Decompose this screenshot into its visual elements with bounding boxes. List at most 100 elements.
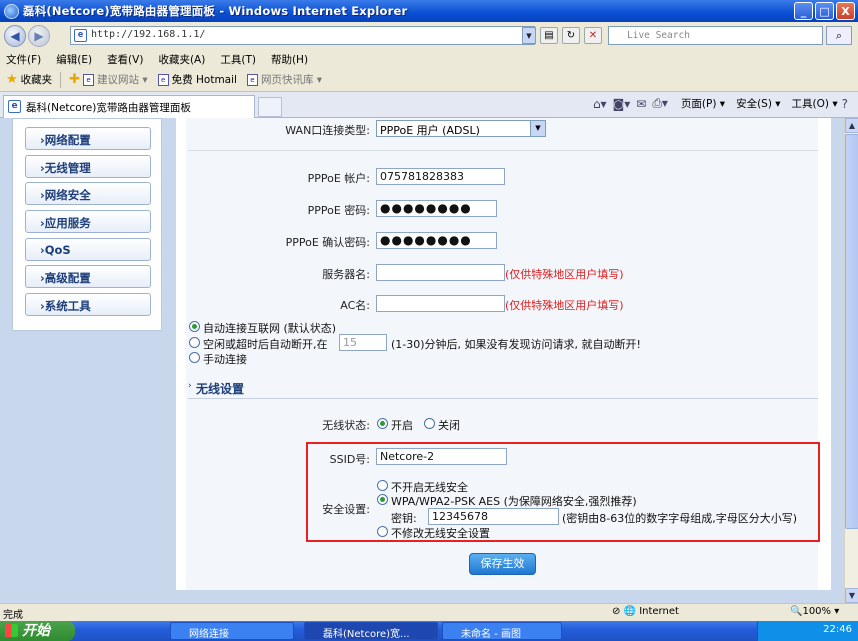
connect-idle-suffix: (1-30)分钟后, 如果没有发现访问请求, 就自动断开!	[391, 338, 641, 351]
start-button[interactable]: 开始	[0, 621, 75, 641]
pppoe-confirm-label: PPPoE 确认密码:	[285, 236, 370, 249]
help-icon[interactable]: ?	[842, 97, 848, 111]
connect-idle-prefix: 空闲或超时后自动断开,在	[203, 338, 328, 351]
server-name-label: 服务器名:	[322, 268, 370, 281]
tab-router-admin[interactable]: e 磊科(Netcore)宽带路由器管理面板	[3, 95, 255, 118]
page-icon: e	[8, 100, 21, 113]
close-button[interactable]: X	[836, 2, 855, 20]
menu-help[interactable]: 帮助(H)	[271, 52, 308, 67]
wireless-status-label: 无线状态:	[322, 419, 370, 432]
new-tab-button[interactable]	[258, 97, 282, 117]
menu-view[interactable]: 查看(V)	[107, 52, 143, 67]
safety-menu[interactable]: 安全(S) ▾	[736, 96, 780, 111]
connect-manual-label: 手动连接	[203, 353, 247, 366]
server-name-input[interactable]	[376, 264, 505, 281]
page-menu[interactable]: 页面(P) ▾	[681, 96, 725, 111]
vertical-scrollbar[interactable]: ▲ ▼	[844, 118, 858, 603]
pppoe-password-input[interactable]: ●●●●●●●●	[376, 200, 497, 217]
menu-edit[interactable]: 编辑(E)	[56, 52, 92, 67]
connect-manual-radio[interactable]	[189, 352, 200, 363]
scroll-down-icon[interactable]: ▼	[845, 588, 858, 603]
fav-suggested-label: 建议网站 ▾	[97, 74, 148, 86]
scroll-thumb[interactable]	[845, 134, 858, 529]
sidebar-item-security[interactable]: ›网络安全	[25, 182, 151, 205]
sidebar-item-wireless[interactable]: ›无线管理	[25, 155, 151, 178]
fav-hotmail[interactable]: e 免费 Hotmail	[157, 72, 237, 87]
search-input[interactable]: Live Search	[608, 26, 823, 45]
connect-idle-radio[interactable]	[189, 337, 200, 348]
zoom-level[interactable]: 🔍100% ▾	[790, 606, 839, 617]
favorites-star-icon: ★	[6, 72, 18, 87]
pppoe-account-input[interactable]: 075781828383	[376, 168, 505, 185]
menu-favorites[interactable]: 收藏夹(A)	[158, 52, 205, 67]
task-paint[interactable]: 未命名 - 画图	[442, 622, 562, 640]
task-network-connections[interactable]: 网络连接	[170, 622, 294, 640]
address-url: http://192.168.1.1/	[91, 29, 206, 40]
wan-type-value: PPPoE 用户 (ADSL)	[380, 124, 480, 137]
page-icon: e	[246, 73, 258, 86]
window-titlebar: 磊科(Netcore)宽带路由器管理面板 - Windows Internet …	[0, 0, 858, 22]
wireless-section-title: 无线设置	[196, 382, 245, 396]
page-icon: e	[74, 29, 87, 42]
scroll-up-icon[interactable]: ▲	[845, 118, 858, 133]
print-icon[interactable]: ⎙▾	[652, 96, 668, 111]
wan-type-select[interactable]: PPPoE 用户 (ADSL) ▼	[376, 120, 546, 137]
refresh-icon[interactable]: ↻	[562, 27, 580, 44]
stop-icon[interactable]: ✕	[584, 27, 602, 44]
fav-web-slice[interactable]: e 网页快讯库 ▾	[246, 72, 323, 87]
mail-icon[interactable]: ✉	[636, 97, 646, 111]
window-controls: _ □ X	[794, 2, 855, 20]
wireless-off-radio[interactable]	[424, 418, 435, 429]
search-placeholder: Live Search	[627, 30, 690, 41]
maximize-button[interactable]: □	[815, 2, 834, 20]
zoom-label: 100%	[802, 606, 832, 617]
sidebar-item-services[interactable]: ›应用服务	[25, 210, 151, 233]
security-zone: ⊘ 🌐 Internet	[612, 606, 679, 617]
forward-button[interactable]: ▶	[28, 25, 50, 47]
clock: 22:46	[823, 624, 852, 635]
divider	[188, 398, 818, 399]
wireless-on-radio[interactable]	[377, 418, 388, 429]
favorites-bar: ★ 收藏夹 ✚ e 建议网站 ▾ e 免费 Hotmail e 网页快讯库 ▾	[0, 68, 858, 92]
add-favorite-icon[interactable]: ✚	[69, 72, 80, 87]
menu-file[interactable]: 文件(F)	[6, 52, 41, 67]
compat-view-icon[interactable]: ▤	[540, 27, 558, 44]
search-icon[interactable]: ⌕	[826, 26, 852, 45]
pppoe-confirm-input[interactable]: ●●●●●●●●	[376, 232, 497, 249]
address-input[interactable]: e http://192.168.1.1/	[70, 26, 535, 45]
connect-auto-label: 自动连接互联网 (默认状态)	[203, 322, 337, 335]
wireless-off-label: 关闭	[438, 419, 460, 432]
fav-suggested-sites[interactable]: e 建议网站 ▾	[83, 72, 148, 87]
menu-bar: 文件(F) 编辑(E) 查看(V) 收藏夹(A) 工具(T) 帮助(H)	[0, 50, 858, 68]
task-ie-router[interactable]: 磊科(Netcore)宽...	[304, 622, 438, 640]
sidebar-item-qos[interactable]: ›QoS	[25, 238, 151, 261]
pppoe-account-label: PPPoE 帐户:	[307, 172, 370, 185]
sidebar-nav: ›网络配置 ›无线管理 ›网络安全 ›应用服务 ›QoS ›高级配置 ›系统工具	[12, 118, 162, 331]
back-button[interactable]: ◀	[4, 25, 26, 47]
connect-auto-radio[interactable]	[189, 321, 200, 332]
start-label: 开始	[22, 623, 50, 639]
command-bar: ⌂▾ ◙▾ ✉ ⎙▾ 页面(P) ▾ 安全(S) ▾ 工具(O) ▾ ?	[593, 96, 850, 111]
idle-minutes-input[interactable]: 15	[339, 334, 387, 351]
ac-name-input[interactable]	[376, 295, 505, 312]
address-toolbar: ◀ ▶ e http://192.168.1.1/ ▼ ▤ ↻ ✕ Live S…	[0, 22, 858, 50]
fav-web-slice-label: 网页快讯库 ▾	[260, 74, 323, 86]
favorites-button[interactable]: 收藏夹	[21, 72, 53, 87]
save-button[interactable]: 保存生效	[469, 553, 536, 575]
home-icon[interactable]: ⌂▾	[593, 97, 607, 111]
toolbar-separator	[60, 71, 62, 88]
minimize-button[interactable]: _	[794, 2, 813, 20]
divider	[188, 150, 818, 151]
chevron-down-icon: ▼	[530, 121, 545, 136]
menu-tools[interactable]: 工具(T)	[220, 52, 256, 67]
wan-type-label: WAN口连接类型:	[285, 124, 370, 137]
address-dropdown[interactable]: ▼	[522, 27, 536, 44]
feeds-icon[interactable]: ◙▾	[613, 97, 631, 111]
sidebar-item-system[interactable]: ›系统工具	[25, 293, 151, 316]
sidebar-item-network[interactable]: ›网络配置	[25, 127, 151, 150]
sidebar-item-advanced[interactable]: ›高级配置	[25, 265, 151, 288]
tools-menu[interactable]: 工具(O) ▾	[792, 96, 838, 111]
windows-logo-icon	[5, 624, 18, 637]
highlight-box	[306, 442, 820, 542]
taskbar: 开始 网络连接 磊科(Netcore)宽... 未命名 - 画图 22:46	[0, 621, 858, 641]
